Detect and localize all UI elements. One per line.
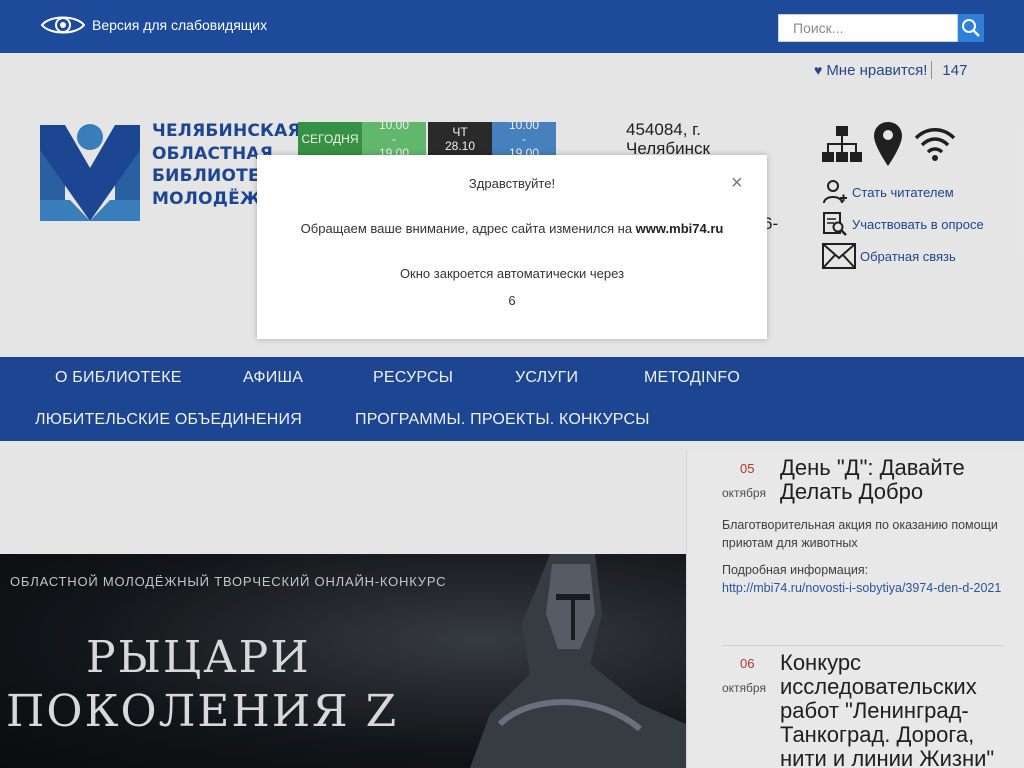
close-icon[interactable]: × bbox=[731, 173, 743, 193]
low-vision-toggle[interactable]: Версия для слабовидящих bbox=[40, 13, 267, 37]
notice-modal: Здравствуйте! × Обращаем ваше внимание, … bbox=[257, 155, 767, 339]
search-icon bbox=[962, 19, 980, 37]
new-site-url[interactable]: www.mbi74.ru bbox=[636, 221, 724, 236]
search-input[interactable] bbox=[778, 14, 958, 42]
search-form bbox=[778, 14, 984, 42]
modal-message-text: Обращаем ваше внимание, адрес сайта изме… bbox=[300, 221, 636, 236]
search-button[interactable] bbox=[958, 14, 984, 42]
modal-auto-close-text: Окно закроется автоматически через bbox=[399, 266, 625, 281]
top-bar: Версия для слабовидящих bbox=[0, 0, 1024, 53]
modal-message: Обращаем ваше внимание, адрес сайта изме… bbox=[257, 221, 767, 236]
modal-countdown: 6 bbox=[508, 293, 516, 308]
modal-greeting: Здравствуйте! bbox=[468, 176, 556, 191]
eye-icon bbox=[40, 16, 86, 34]
low-vision-label: Версия для слабовидящих bbox=[92, 17, 268, 33]
